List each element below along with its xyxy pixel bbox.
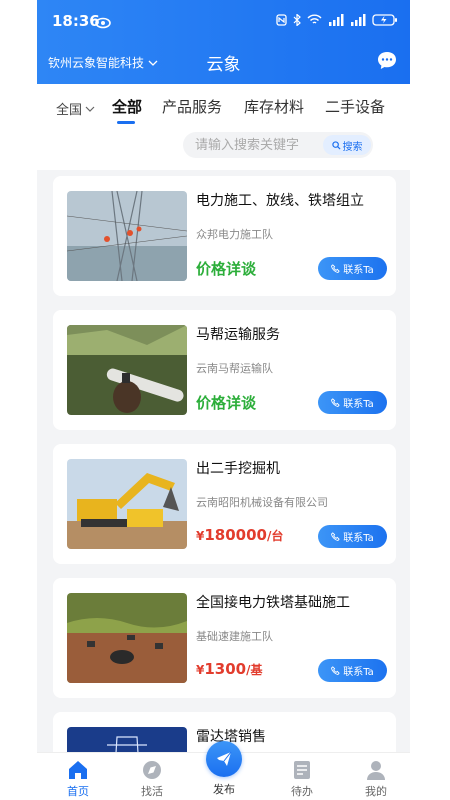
page-title: 云象 [206,55,241,75]
signal-icon-2 [351,14,366,26]
listing-price: 价格详谈 [196,260,257,278]
listing-card[interactable]: 马帮运输服务 云南马帮运输队 价格详谈 联系Ta [53,310,396,430]
tab-all[interactable]: 全部 [112,96,142,117]
listing-price: 价格详谈 [196,394,257,412]
tab-home-label: 首页 [67,785,89,798]
tab-find-work-label: 找活 [141,785,163,798]
price-amount: 180000 [204,526,267,544]
tab-mine[interactable]: 我的 [351,759,401,799]
app-screen: 18:36 钦州云象智能科技 云象 全国 全部 产品服务 库存材料 二手设备 请… [37,0,410,800]
listing-org: 众邦电力施工队 [196,228,273,241]
nfc-icon [276,14,287,26]
tab-used-equipment[interactable]: 二手设备 [325,96,385,117]
tab-publish-label: 发布 [213,783,235,796]
listing-org: 云南马帮运输队 [196,362,273,375]
header-nav: 钦州云象智能科技 云象 [37,50,410,75]
listing-price: ¥180000/台 [196,526,283,544]
chevron-down-icon [85,106,95,112]
status-bar: 18:36 [37,12,410,32]
listing-title: 电力施工、放线、铁塔组立 [196,193,364,209]
listing-card[interactable]: 电力施工、放线、铁塔组立 众邦电力施工队 价格详谈 联系Ta [53,176,396,296]
contact-label: 联系Ta [343,667,374,678]
region-label: 全国 [56,103,83,118]
contact-button[interactable]: 联系Ta [318,391,387,414]
price-unit: /台 [266,529,284,543]
listing-price: ¥1300/基 [196,660,263,678]
eye-icon [95,14,111,33]
app-header: 18:36 钦州云象智能科技 云象 [37,0,410,84]
signal-icon [329,14,344,26]
listing-image-horse-transport [67,325,187,415]
active-tab-indicator [117,121,135,124]
contact-label: 联系Ta [343,265,374,276]
listing-title: 全国接电力铁塔基础施工 [196,595,350,611]
contact-button[interactable]: 联系Ta [318,659,387,682]
tab-todo[interactable]: 待办 [277,759,327,799]
search-button[interactable]: 搜索 [323,135,371,155]
phone-icon [331,666,340,675]
clipboard-icon [291,759,313,781]
listing-title: 马帮运输服务 [196,327,280,343]
price-amount: 1300 [204,660,247,678]
tab-inventory-materials[interactable]: 库存材料 [244,96,304,117]
status-icons [276,14,398,26]
message-button[interactable] [376,50,398,72]
listing-org: 云南昭阳机械设备有限公司 [196,496,328,509]
contact-label: 联系Ta [343,533,374,544]
search-input[interactable] [183,132,323,158]
price-unit: /基 [246,663,263,677]
bottom-tab-bar: 首页 找活 发布 待办 我的 [37,741,410,800]
phone-icon [331,398,340,407]
search-icon [331,140,341,150]
contact-button[interactable]: 联系Ta [318,257,387,280]
status-time: 18:36 [52,12,100,30]
region-selector[interactable]: 全国 [56,99,95,118]
wifi-icon [307,14,322,24]
listing-image-tower-construction [67,191,187,281]
compass-icon [141,759,163,781]
listing-image-tower-foundation [67,593,187,683]
listing-image-excavator [67,459,187,549]
phone-icon [331,532,340,541]
listing-title: 出二手挖掘机 [196,461,280,477]
tab-mine-label: 我的 [365,785,387,798]
contact-label: 联系Ta [343,399,374,410]
chat-bubble-icon [378,52,396,69]
phone-icon [331,264,340,273]
user-icon [365,759,387,781]
tab-find-work[interactable]: 找活 [127,759,177,799]
listing-card[interactable]: 出二手挖掘机 云南昭阳机械设备有限公司 ¥180000/台 联系Ta [53,444,396,564]
paper-plane-icon [206,741,242,777]
contact-button[interactable]: 联系Ta [318,525,387,548]
search-bar: 搜索 [183,132,373,158]
bluetooth-icon [293,14,301,26]
home-icon [67,759,89,781]
listing-org: 基础速建施工队 [196,630,273,643]
battery-icon [372,14,397,26]
tab-home[interactable]: 首页 [53,759,103,799]
search-button-label: 搜索 [342,141,363,153]
tab-todo-label: 待办 [291,785,313,798]
tab-publish[interactable]: 发布 [199,741,249,797]
filter-bar: 全国 全部 产品服务 库存材料 二手设备 搜索 [37,84,410,170]
tab-products-services[interactable]: 产品服务 [162,96,222,117]
listing-card[interactable]: 全国接电力铁塔基础施工 基础速建施工队 ¥1300/基 联系Ta [53,578,396,698]
